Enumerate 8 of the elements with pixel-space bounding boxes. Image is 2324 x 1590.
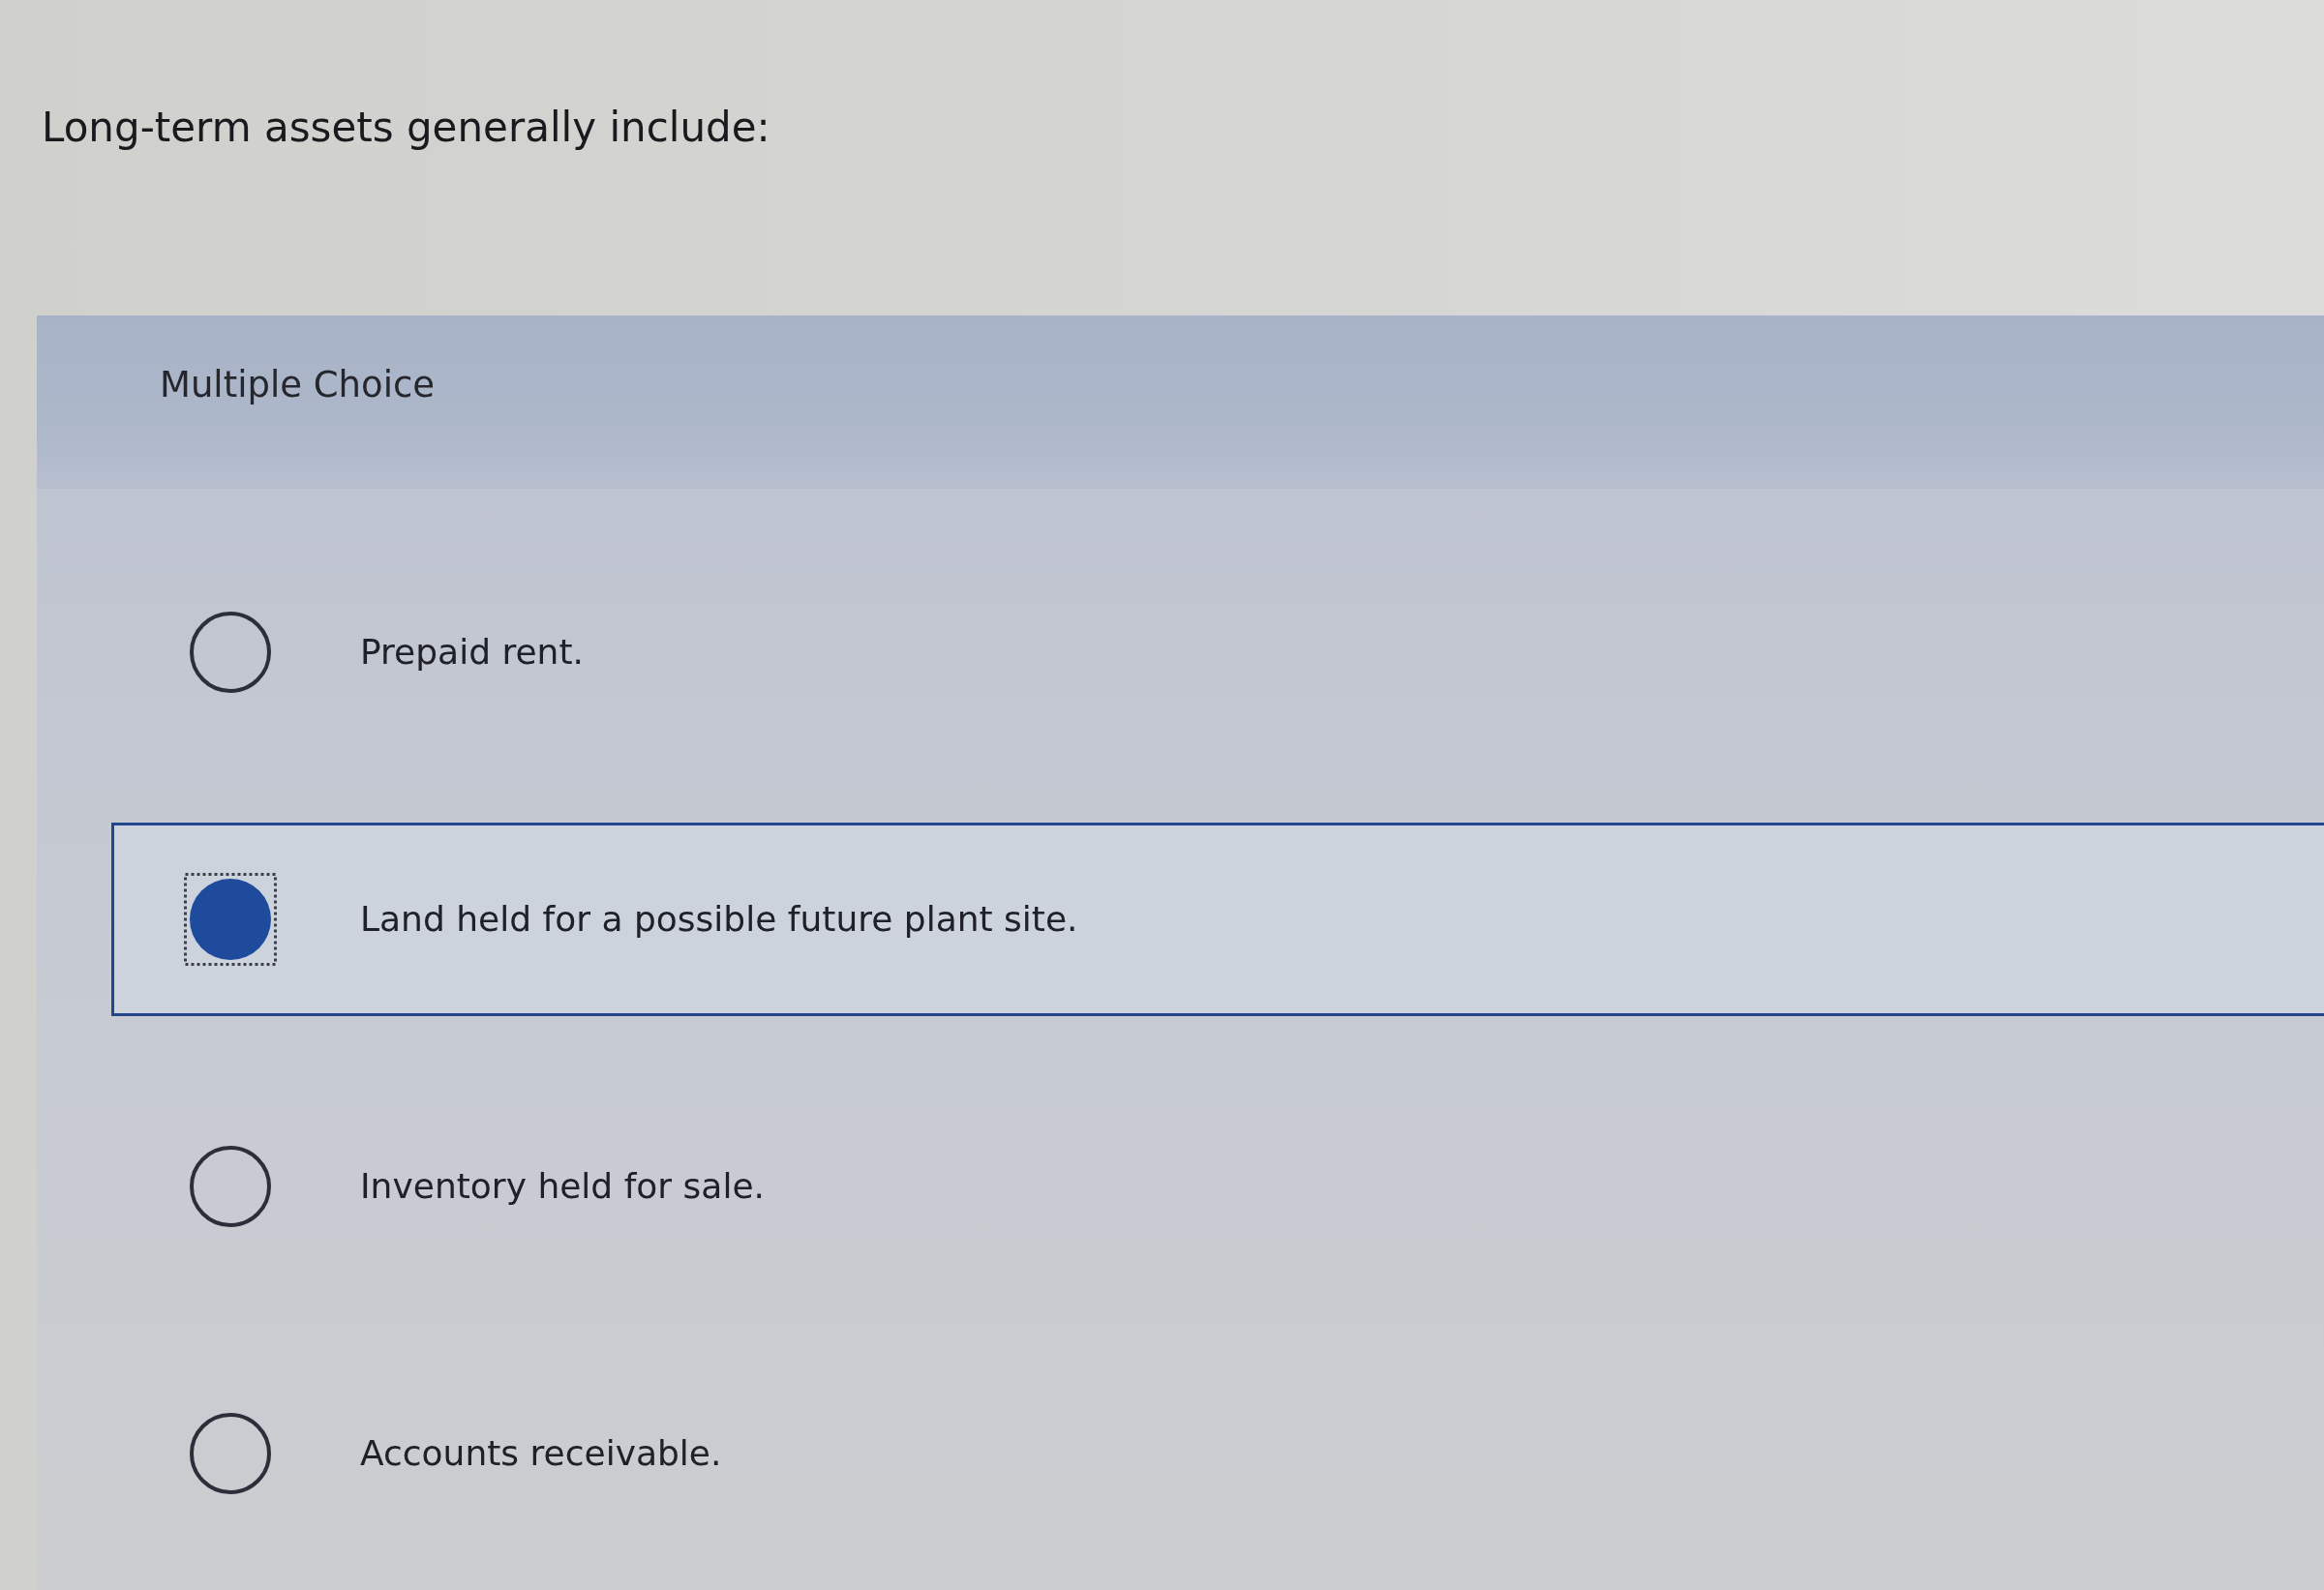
radio-button[interactable] — [184, 873, 277, 966]
option-text: Prepaid rent. — [360, 631, 584, 674]
option-text: Accounts receivable. — [360, 1432, 722, 1475]
option-text: Land held for a possible future plant site. — [360, 898, 1078, 941]
panel-title: Multiple Choice — [160, 364, 436, 405]
question-text: Long-term assets generally include: — [42, 103, 770, 153]
selected-option-row[interactable]: Land held for a possible future plant site. — [111, 823, 2324, 1016]
option-text: Inventory held for sale. — [360, 1165, 765, 1208]
